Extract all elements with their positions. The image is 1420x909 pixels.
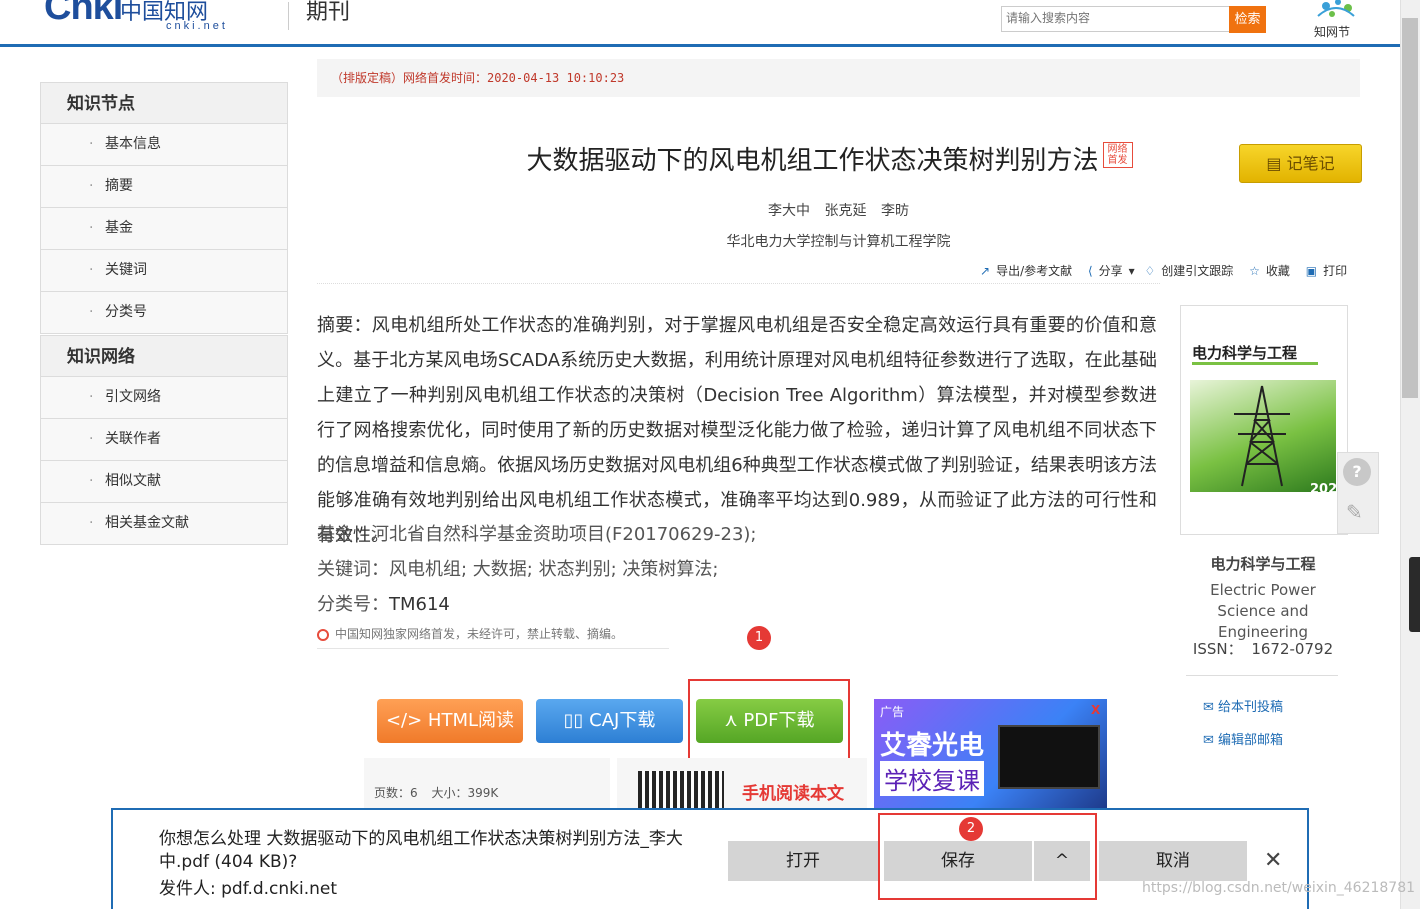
article-title: 大数据驱动下的风电机组工作状态决策树判别方法 网络首发: [317, 140, 1360, 177]
watermark: https://blog.csdn.net/weixin_46218781: [1142, 880, 1416, 896]
cnki-logo[interactable]: Cnki: [44, 0, 123, 29]
sidebar-item-fund[interactable]: 基金: [40, 208, 288, 250]
sidebar-item-basic-info[interactable]: 基本信息: [40, 124, 288, 166]
publish-time-bar: （排版定稿）网络首发时间：2020-04-13 10:10:23: [317, 59, 1360, 97]
printer-icon: ▣: [1305, 264, 1318, 278]
bell-icon: ♢: [1144, 264, 1156, 278]
submit-label: 给本刊投稿: [1218, 700, 1284, 715]
page-count: 页数：6: [374, 786, 418, 800]
download-source: 发件人: pdf.d.cnki.net: [159, 879, 338, 899]
ad-tag: 广告: [880, 705, 905, 719]
export-icon: ↗: [980, 264, 991, 278]
sidebar-item-related-authors[interactable]: 关联作者: [40, 419, 288, 461]
header-divider: [288, 2, 289, 30]
pdf-highlight-box: [688, 679, 850, 760]
search-button[interactable]: 检索: [1229, 6, 1266, 33]
exclusive-text: 中国知网独家网络首发，未经许可，禁止转载、摘编。: [335, 627, 624, 641]
submit-link[interactable]: ✉ 给本刊投稿: [1203, 696, 1283, 715]
article-class-no: 分类号：TM614: [317, 587, 1157, 622]
pen-icon[interactable]: ✎: [1346, 500, 1363, 524]
submit-icon: ✉: [1203, 700, 1219, 715]
side-panel-handle[interactable]: [1409, 557, 1420, 632]
step-marker-1: 1: [747, 626, 771, 650]
zhiwang-logo-icon[interactable]: 知网节: [1308, 0, 1364, 40]
article-authors[interactable]: 李大中 张克延 李昉: [317, 200, 1360, 220]
print-label: 打印: [1323, 264, 1348, 278]
question-icon[interactable]: ?: [1343, 458, 1371, 486]
ad-subline: 学校复课: [880, 761, 984, 796]
exclusive-notice: 中国知网独家网络首发，未经许可，禁止转载、摘编。: [317, 625, 669, 649]
cover-title: 电力科学与工程: [1192, 344, 1298, 362]
article-keywords[interactable]: 关键词：风电机组; 大数据; 状态判别; 决策树算法;: [317, 552, 1157, 587]
zhiwang-label: 知网节: [1314, 25, 1350, 39]
cover-stripe: [1192, 362, 1318, 365]
header-divider-line: [317, 283, 1160, 285]
target-icon: [317, 629, 329, 641]
mail-icon: ✉: [1203, 733, 1219, 748]
download-message: 你想怎么处理 大数据驱动下的风电机组工作状态决策树判别方法_李大中.pdf (4…: [159, 829, 683, 872]
scrollbar-thumb[interactable]: [1402, 18, 1418, 398]
sidebar-item-keywords[interactable]: 关键词: [40, 250, 288, 292]
sidebar-item-similar-docs[interactable]: 相似文献: [40, 461, 288, 503]
cancel-button[interactable]: 取消: [1099, 841, 1247, 881]
notebook-icon: ▤: [1266, 154, 1287, 173]
print-button[interactable]: ▣ 打印: [1306, 264, 1353, 278]
sidebar-heading-knowledge-node: 知识节点: [40, 82, 288, 124]
section-title: 期刊: [306, 0, 351, 25]
step-marker-2: 2: [959, 817, 983, 841]
search-box: [1001, 6, 1231, 32]
open-button[interactable]: 打开: [728, 841, 878, 881]
note-button-label: 记笔记: [1286, 154, 1335, 173]
sidebar-item-abstract[interactable]: 摘要: [40, 166, 288, 208]
book-icon: ▯▯: [563, 710, 590, 731]
note-button[interactable]: ▤ 记笔记: [1239, 144, 1362, 183]
class-no-value: TM614: [389, 594, 450, 615]
journal-name[interactable]: 电力科学与工程: [1180, 553, 1346, 574]
share-icon: ⟨: [1087, 264, 1093, 278]
caj-download-label: CAJ下载: [589, 710, 656, 731]
favorite-button[interactable]: ☆ 收藏: [1249, 264, 1296, 278]
sidebar-item-citation-network[interactable]: 引文网络: [40, 377, 288, 419]
favorite-label: 收藏: [1265, 264, 1290, 278]
article-title-text: 大数据驱动下的风电机组工作状态决策树判别方法: [526, 146, 1099, 176]
advertisement[interactable]: 广告 X 艾睿光电 学校复课: [874, 699, 1107, 809]
article-affiliation[interactable]: 华北电力大学控制与计算机工程学院: [317, 231, 1360, 251]
journal-issn: ISSN： 1672-0792: [1192, 640, 1334, 658]
file-size: 大小：399K: [431, 786, 499, 800]
share-label: 分享: [1098, 264, 1123, 278]
ad-close-button[interactable]: X: [1091, 703, 1100, 717]
ad-thermal-image: [998, 725, 1100, 789]
file-info-box: 页数：6 大小：399K: [364, 758, 610, 812]
caj-download-button[interactable]: ▯▯ CAJ下载: [536, 699, 683, 743]
star-icon: ☆: [1249, 264, 1260, 278]
power-tower-icon: [1234, 385, 1290, 487]
sidebar-heading-knowledge-network: 知识网络: [40, 335, 288, 377]
qr-code-icon: [638, 771, 724, 811]
editorial-email-label: 编辑部邮箱: [1218, 733, 1284, 748]
article-toolbar: ↗ 导出/参考文献 ⟨ 分享 ▾ ♢ 创建引文跟踪 ☆ 收藏 ▣ 打印: [980, 262, 1359, 279]
search-input[interactable]: [1002, 7, 1230, 29]
cnki-logo-sub: cnki.net: [166, 20, 228, 32]
save-highlight-box: [878, 813, 1097, 900]
online-first-badge: 网络首发: [1102, 142, 1133, 168]
share-button[interactable]: ⟨ 分享 ▾: [1088, 264, 1135, 278]
html-read-button[interactable]: </> HTML阅读: [377, 699, 523, 743]
export-button[interactable]: ↗ 导出/参考文献: [980, 264, 1078, 278]
editorial-email-link[interactable]: ✉ 编辑部邮箱: [1203, 729, 1283, 748]
export-label: 导出/参考文献: [996, 264, 1073, 278]
sidebar-item-related-fund-docs[interactable]: 相关基金文献: [40, 503, 288, 545]
citation-track-label: 创建引文跟踪: [1161, 264, 1234, 278]
ad-headline: 艾睿光电: [880, 731, 985, 761]
sidebar-item-class-no[interactable]: 分类号: [40, 292, 288, 334]
journal-divider: [1186, 675, 1338, 676]
citation-track-button[interactable]: ♢ 创建引文跟踪: [1145, 264, 1240, 278]
class-no-label: 分类号：: [317, 594, 389, 615]
close-icon[interactable]: ✕: [1264, 848, 1282, 873]
article-fund[interactable]: 基金：河北省自然科学基金资助项目(F20170629-23);: [317, 517, 1157, 552]
journal-name-en: Electric Power Science and Engineering: [1210, 581, 1316, 641]
mobile-read-link[interactable]: 手机阅读本文: [742, 779, 844, 804]
